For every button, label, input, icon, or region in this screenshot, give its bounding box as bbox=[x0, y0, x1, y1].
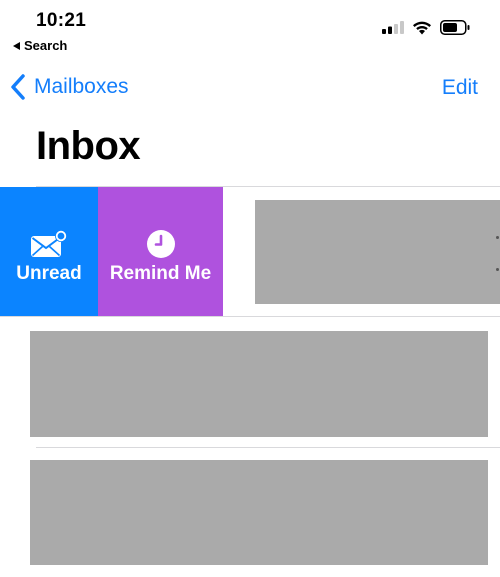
chevron-left-icon bbox=[11, 74, 25, 100]
edge-mark bbox=[496, 236, 499, 239]
status-bar: 10:21 Search bbox=[0, 0, 500, 56]
mailboxes-back-button[interactable]: Mailboxes bbox=[10, 74, 129, 100]
battery-icon bbox=[440, 20, 470, 35]
message-preview[interactable] bbox=[223, 187, 500, 316]
edit-button[interactable]: Edit bbox=[442, 76, 478, 100]
status-time: 10:21 bbox=[36, 10, 87, 31]
redacted-message-row[interactable] bbox=[30, 460, 488, 565]
wifi-icon bbox=[413, 21, 431, 34]
mailboxes-back-label: Mailboxes bbox=[34, 75, 129, 98]
remind-me-action-button[interactable]: Remind Me bbox=[98, 187, 223, 316]
list-separator bbox=[0, 316, 500, 317]
unread-action-label: Unread bbox=[16, 262, 82, 284]
redacted-message-row[interactable] bbox=[30, 331, 488, 437]
page-title: Inbox bbox=[36, 124, 141, 168]
redacted-message-content bbox=[255, 200, 500, 304]
status-icons bbox=[382, 20, 470, 35]
back-to-app-label: Search bbox=[24, 38, 68, 53]
back-triangle-icon bbox=[13, 41, 20, 50]
remind-me-action-label: Remind Me bbox=[109, 262, 212, 284]
back-to-app-button[interactable]: Search bbox=[13, 38, 67, 53]
envelope-badge-icon bbox=[31, 229, 67, 257]
cellular-signal-icon bbox=[382, 21, 404, 34]
unread-action-button[interactable]: Unread bbox=[0, 187, 98, 316]
edge-mark bbox=[496, 268, 499, 271]
message-row-swiped[interactable]: Unread Remind Me bbox=[0, 187, 500, 316]
list-separator bbox=[36, 447, 500, 448]
clock-icon bbox=[146, 229, 175, 258]
